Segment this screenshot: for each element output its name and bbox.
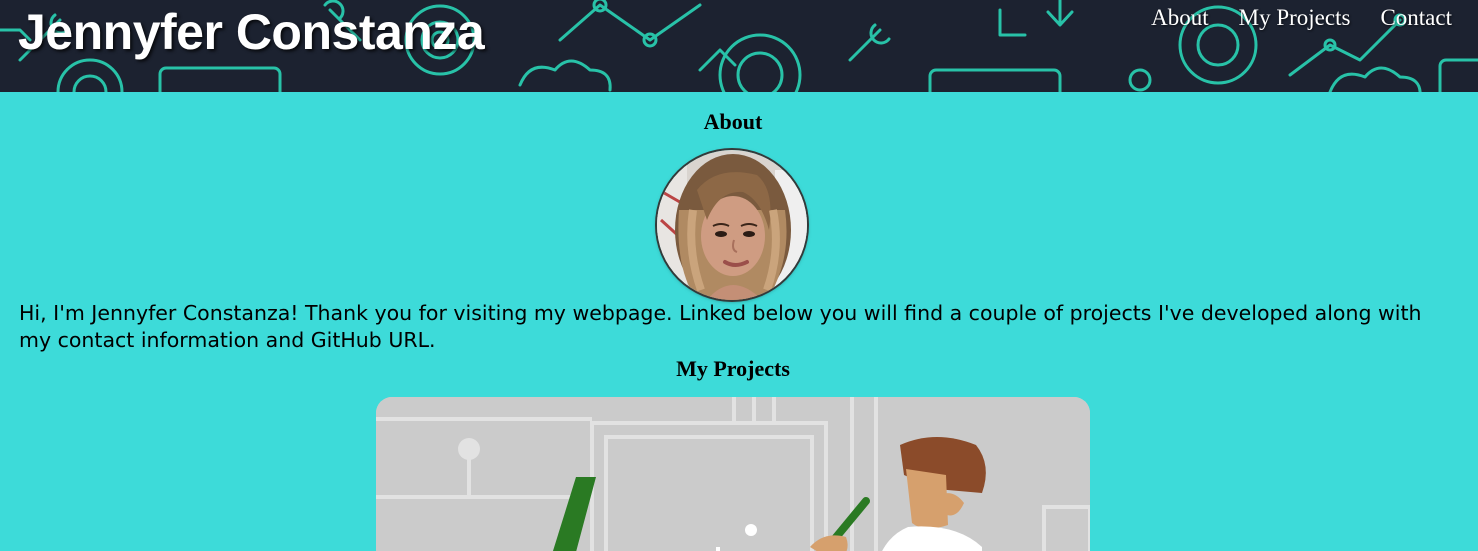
- nav-link-my-projects[interactable]: My Projects: [1239, 4, 1351, 32]
- about-heading: About: [703, 109, 763, 134]
- nav-link-contact[interactable]: Contact: [1380, 4, 1452, 32]
- about-text: Hi, I'm Jennyfer Constanza! Thank you fo…: [19, 301, 1422, 352]
- profile-avatar: [657, 150, 807, 300]
- project-card-image[interactable]: [376, 397, 1090, 551]
- projects-heading: My Projects: [676, 356, 790, 381]
- main-nav: About My Projects Contact: [1151, 4, 1452, 32]
- nav-link-about[interactable]: About: [1151, 4, 1209, 32]
- site-header: Jennyfer Constanza About My Projects Con…: [0, 0, 1478, 92]
- site-title: Jennyfer Constanza: [18, 4, 485, 60]
